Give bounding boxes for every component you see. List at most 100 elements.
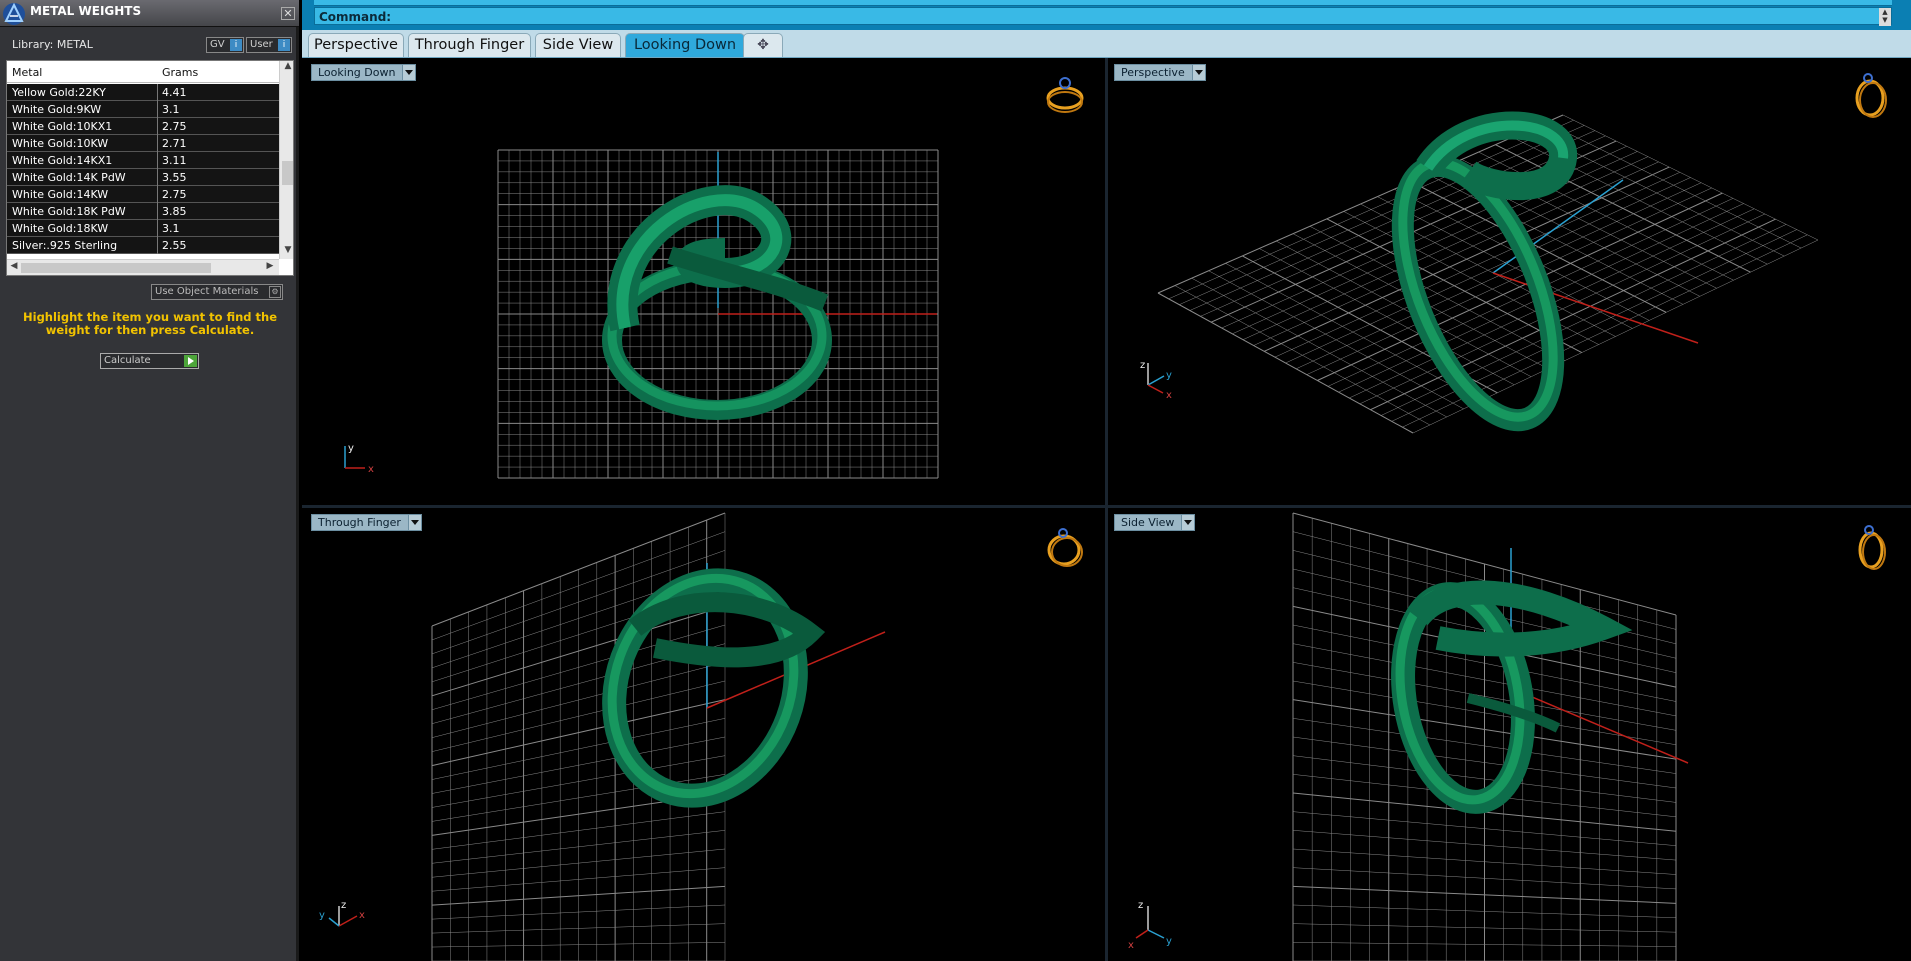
scroll-thumb[interactable] <box>282 161 293 185</box>
gizmo-x-label: x <box>1128 940 1134 951</box>
viewport-looking-down[interactable]: y x Looking Down <box>305 58 1105 505</box>
calculate-button[interactable]: Calculate <box>100 353 199 369</box>
metal-name: White Gold:10KW <box>12 137 109 150</box>
side-view-scene: z x y <box>1128 512 1886 961</box>
axis-gizmo: z y x <box>1140 360 1172 401</box>
vertical-scrollbar[interactable]: ▲ ▼ <box>279 61 293 259</box>
metal-name: White Gold:18K PdW <box>12 205 126 218</box>
chevron-down-icon[interactable] <box>402 65 416 80</box>
gear-icon: ⚙ <box>269 286 281 298</box>
info-icon: i <box>230 39 242 51</box>
column-divider <box>157 169 158 186</box>
viewport-label-through-finger[interactable]: Through Finger <box>311 514 422 531</box>
column-divider <box>157 135 158 152</box>
info-icon: i <box>278 39 290 51</box>
table-body: Yellow Gold:22KY 4.41 White Gold:9KW 3.1 Whi… <box>7 84 279 258</box>
axis-gizmo: y x <box>344 443 374 475</box>
gizmo-y-label: y <box>348 443 354 454</box>
chevron-down-icon[interactable] <box>1191 65 1205 80</box>
grams-value: 3.55 <box>162 171 187 184</box>
gv-label: GV <box>210 39 225 50</box>
table-row[interactable]: Silver:.925 Sterling 2.55 <box>7 237 279 254</box>
scroll-thumb[interactable] <box>21 263 211 273</box>
gizmo-x-label: x <box>1166 390 1172 401</box>
orientation-ring-icon <box>1047 528 1083 567</box>
grid-line <box>1179 125 1585 305</box>
viewport-label-looking-down[interactable]: Looking Down <box>311 64 417 81</box>
column-divider <box>157 118 158 135</box>
table-row[interactable]: Yellow Gold:22KY 4.41 <box>7 84 279 101</box>
metal-name: Silver:.925 Sterling <box>12 239 118 252</box>
viewport-label-perspective[interactable]: Perspective <box>1114 64 1206 81</box>
viewport-perspective[interactable]: z y x Perspective <box>1108 58 1911 505</box>
col-header-metal[interactable]: Metal <box>12 66 42 79</box>
column-divider <box>157 220 158 237</box>
looking-down-scene: y x <box>344 77 1084 479</box>
orientation-ring-icon <box>1858 525 1886 570</box>
close-icon[interactable]: ✕ <box>281 7 295 20</box>
table-row[interactable]: White Gold:10KW 2.71 <box>7 135 279 152</box>
column-divider <box>157 203 158 220</box>
viewport-side-view[interactable]: z x y Side View <box>1108 508 1911 961</box>
grid <box>1292 512 1677 961</box>
table-row[interactable]: White Gold:14K PdW 3.55 <box>7 169 279 186</box>
user-toggle[interactable]: User i <box>246 37 292 53</box>
metal-name: White Gold:14KW <box>12 188 109 201</box>
viewport-label-text: Perspective <box>1121 66 1185 79</box>
viewport-label-text: Side View <box>1121 516 1175 529</box>
scroll-down-icon[interactable]: ▼ <box>280 245 293 259</box>
grams-value: 2.75 <box>162 188 187 201</box>
ring-model <box>1391 580 1633 814</box>
scroll-up-icon[interactable]: ▲ <box>280 61 293 75</box>
column-divider <box>157 237 158 254</box>
table-row[interactable]: White Gold:10KX1 2.75 <box>7 118 279 135</box>
command-input[interactable]: Command: ▲ ▼ <box>314 7 1892 26</box>
calculate-label: Calculate <box>104 355 151 366</box>
metal-weights-panel: METAL WEIGHTS ✕ Library: METAL GV i User… <box>0 0 299 961</box>
command-spinner-icon[interactable]: ▲ ▼ <box>1879 8 1891 26</box>
grid-line <box>1253 161 1659 346</box>
prompt-line <box>314 0 1892 6</box>
chevron-down-icon[interactable] <box>1181 515 1195 530</box>
add-tab-icon[interactable]: ✥ <box>743 33 783 57</box>
table-row[interactable]: White Gold:14KX1 3.11 <box>7 152 279 169</box>
grams-value: 2.55 <box>162 239 187 252</box>
gizmo-y-label: y <box>1166 370 1172 381</box>
use-object-materials-toggle[interactable]: Use Object Materials ⚙ <box>151 284 283 300</box>
perspective-scene: z y x <box>1140 73 1887 434</box>
panel-title-bar: METAL WEIGHTS ✕ <box>0 0 299 27</box>
grams-value: 3.11 <box>162 154 187 167</box>
tab-through-finger[interactable]: Through Finger <box>408 33 531 57</box>
instruction-text: Highlight the item you want to find the … <box>23 310 277 337</box>
gizmo-y-label: y <box>319 910 325 921</box>
metal-table: Metal Grams Yellow Gold:22KY 4.41 White Go… <box>6 60 294 276</box>
viewport-divider-vertical[interactable] <box>1105 58 1108 961</box>
through-finger-scene: y z x <box>319 512 1083 961</box>
table-row[interactable]: White Gold:9KW 3.1 <box>7 101 279 118</box>
tab-looking-down[interactable]: Looking Down <box>625 33 745 57</box>
viewport-label-side-view[interactable]: Side View <box>1114 514 1196 531</box>
horizontal-scrollbar[interactable]: ◀ ▶ <box>7 259 279 275</box>
scroll-right-icon[interactable]: ▶ <box>263 261 277 275</box>
grams-value: 2.75 <box>162 120 187 133</box>
metal-name: White Gold:14K PdW <box>12 171 126 184</box>
gizmo-x-label: x <box>359 910 365 921</box>
chevron-down-icon[interactable] <box>407 515 421 530</box>
gv-toggle[interactable]: GV i <box>206 37 244 53</box>
app-logo-icon <box>3 2 25 25</box>
gizmo-z-label: z <box>341 900 346 911</box>
table-row[interactable]: White Gold:18K PdW 3.85 <box>7 203 279 220</box>
tab-side-view[interactable]: Side View <box>535 33 621 57</box>
grid-line <box>1381 224 1787 416</box>
scroll-left-icon[interactable]: ◀ <box>7 261 21 275</box>
orientation-ring-icon <box>1046 77 1084 113</box>
command-label: Command: <box>319 10 392 24</box>
metal-name: White Gold:18KW <box>12 222 109 235</box>
viewport-through-finger[interactable]: y z x Through Finger <box>305 508 1105 961</box>
gizmo-z-label: z <box>1140 360 1145 371</box>
table-row[interactable]: White Gold:18KW 3.1 <box>7 220 279 237</box>
grid-line <box>1232 151 1638 335</box>
col-header-grams[interactable]: Grams <box>162 66 198 79</box>
table-row[interactable]: White Gold:14KW 2.75 <box>7 186 279 203</box>
tab-perspective[interactable]: Perspective <box>308 33 404 57</box>
